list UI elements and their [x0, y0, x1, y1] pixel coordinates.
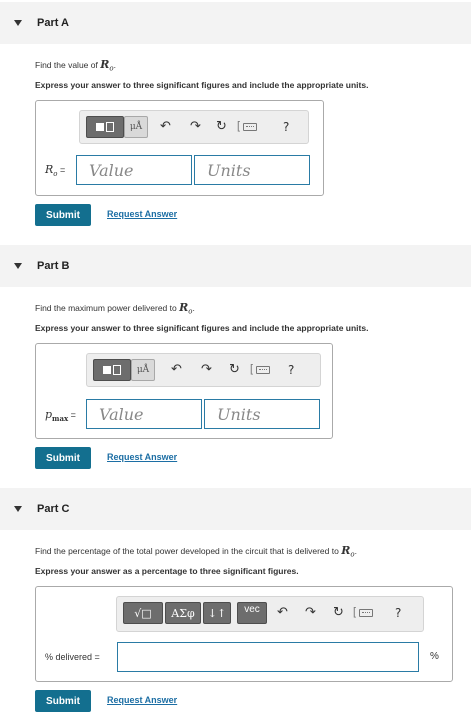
part-c-field-label: % delivered = — [45, 652, 100, 662]
greek-symbols-button[interactable]: ΑΣφ — [165, 602, 201, 624]
part-a-submit-button[interactable]: Submit — [35, 204, 91, 226]
part-c-answer-box: √□ ΑΣφ ↓↑ vec ↶ ↷ ↻ [ ? % delivered = — [35, 586, 453, 682]
part-c-header[interactable]: Part C — [0, 488, 471, 530]
undo-icon[interactable]: ↶ — [160, 120, 171, 134]
part-c-prompt: Find the percentage of the total power d… — [35, 544, 357, 559]
collapse-triangle-icon[interactable] — [14, 263, 22, 269]
redo-icon[interactable]: ↷ — [190, 120, 201, 134]
part-c-submit-button[interactable]: Submit — [35, 690, 91, 712]
reset-icon[interactable]: ↻ — [229, 363, 240, 377]
part-b-prompt: Find the maximum power delivered to Ro. — [35, 301, 195, 316]
part-c-title: Part C — [37, 503, 70, 515]
part-c-request-answer-link[interactable]: Request Answer — [107, 695, 177, 705]
templates-icon — [96, 123, 104, 131]
part-a-header[interactable]: Part A — [0, 2, 471, 44]
part-b-value-input[interactable]: Value — [86, 399, 202, 429]
undo-icon[interactable]: ↶ — [277, 606, 288, 620]
collapse-triangle-icon[interactable] — [14, 506, 22, 512]
part-b-request-answer-link[interactable]: Request Answer — [107, 452, 177, 462]
reset-icon[interactable]: ↻ — [333, 606, 344, 620]
undo-icon[interactable]: ↶ — [171, 363, 182, 377]
part-c-toolbar: √□ ΑΣφ ↓↑ vec ↶ ↷ ↻ [ ? — [116, 596, 424, 632]
part-b-units-input[interactable]: Units — [204, 399, 320, 429]
help-button[interactable]: ? — [283, 120, 289, 134]
part-b-title: Part B — [37, 260, 70, 272]
sqrt-templates-button[interactable]: √□ — [123, 602, 163, 624]
part-a-toolbar: μÅ ↶ ↷ ↻ [ ? — [79, 110, 309, 144]
help-button[interactable]: ? — [395, 606, 401, 620]
part-b-field-label: pmax = — [45, 408, 76, 423]
part-b-answer-box: μÅ ↶ ↷ ↻ [ ? pmax = Value Units — [35, 343, 333, 439]
collapse-triangle-icon[interactable] — [14, 20, 22, 26]
keyboard-icon[interactable] — [243, 123, 257, 131]
units-button[interactable]: μÅ — [131, 359, 155, 381]
part-a-prompt: Find the value of Ro. — [35, 58, 116, 73]
part-a-value-input[interactable]: Value — [76, 155, 192, 185]
part-b-toolbar: μÅ ↶ ↷ ↻ [ ? — [86, 353, 321, 387]
arrows-button[interactable]: ↓↑ — [203, 602, 231, 624]
redo-icon[interactable]: ↷ — [305, 606, 316, 620]
templates-button[interactable] — [86, 116, 124, 138]
part-b-instructions: Express your answer to three significant… — [35, 323, 369, 333]
templates-button[interactable] — [93, 359, 131, 381]
percent-unit-label: % — [430, 651, 439, 662]
redo-icon[interactable]: ↷ — [201, 363, 212, 377]
keyboard-icon[interactable] — [256, 366, 270, 374]
vector-button[interactable]: vec — [237, 602, 267, 624]
part-a-instructions: Express your answer to three significant… — [35, 80, 369, 90]
reset-icon[interactable]: ↻ — [216, 120, 227, 134]
part-a-title: Part A — [37, 17, 69, 29]
templates-icon — [103, 366, 111, 374]
units-button[interactable]: μÅ — [124, 116, 148, 138]
part-b-submit-button[interactable]: Submit — [35, 447, 91, 469]
part-b-header[interactable]: Part B — [0, 245, 471, 287]
help-button[interactable]: ? — [288, 363, 294, 377]
part-c-instructions: Express your answer as a percentage to t… — [35, 566, 299, 576]
part-a-field-label: Ro = — [45, 163, 66, 178]
part-a-answer-box: μÅ ↶ ↷ ↻ [ ? Ro = Value Units — [35, 100, 324, 196]
part-a-request-answer-link[interactable]: Request Answer — [107, 209, 177, 219]
part-c-percentage-input[interactable] — [117, 642, 419, 672]
keyboard-icon[interactable] — [359, 609, 373, 617]
part-a-units-input[interactable]: Units — [194, 155, 310, 185]
